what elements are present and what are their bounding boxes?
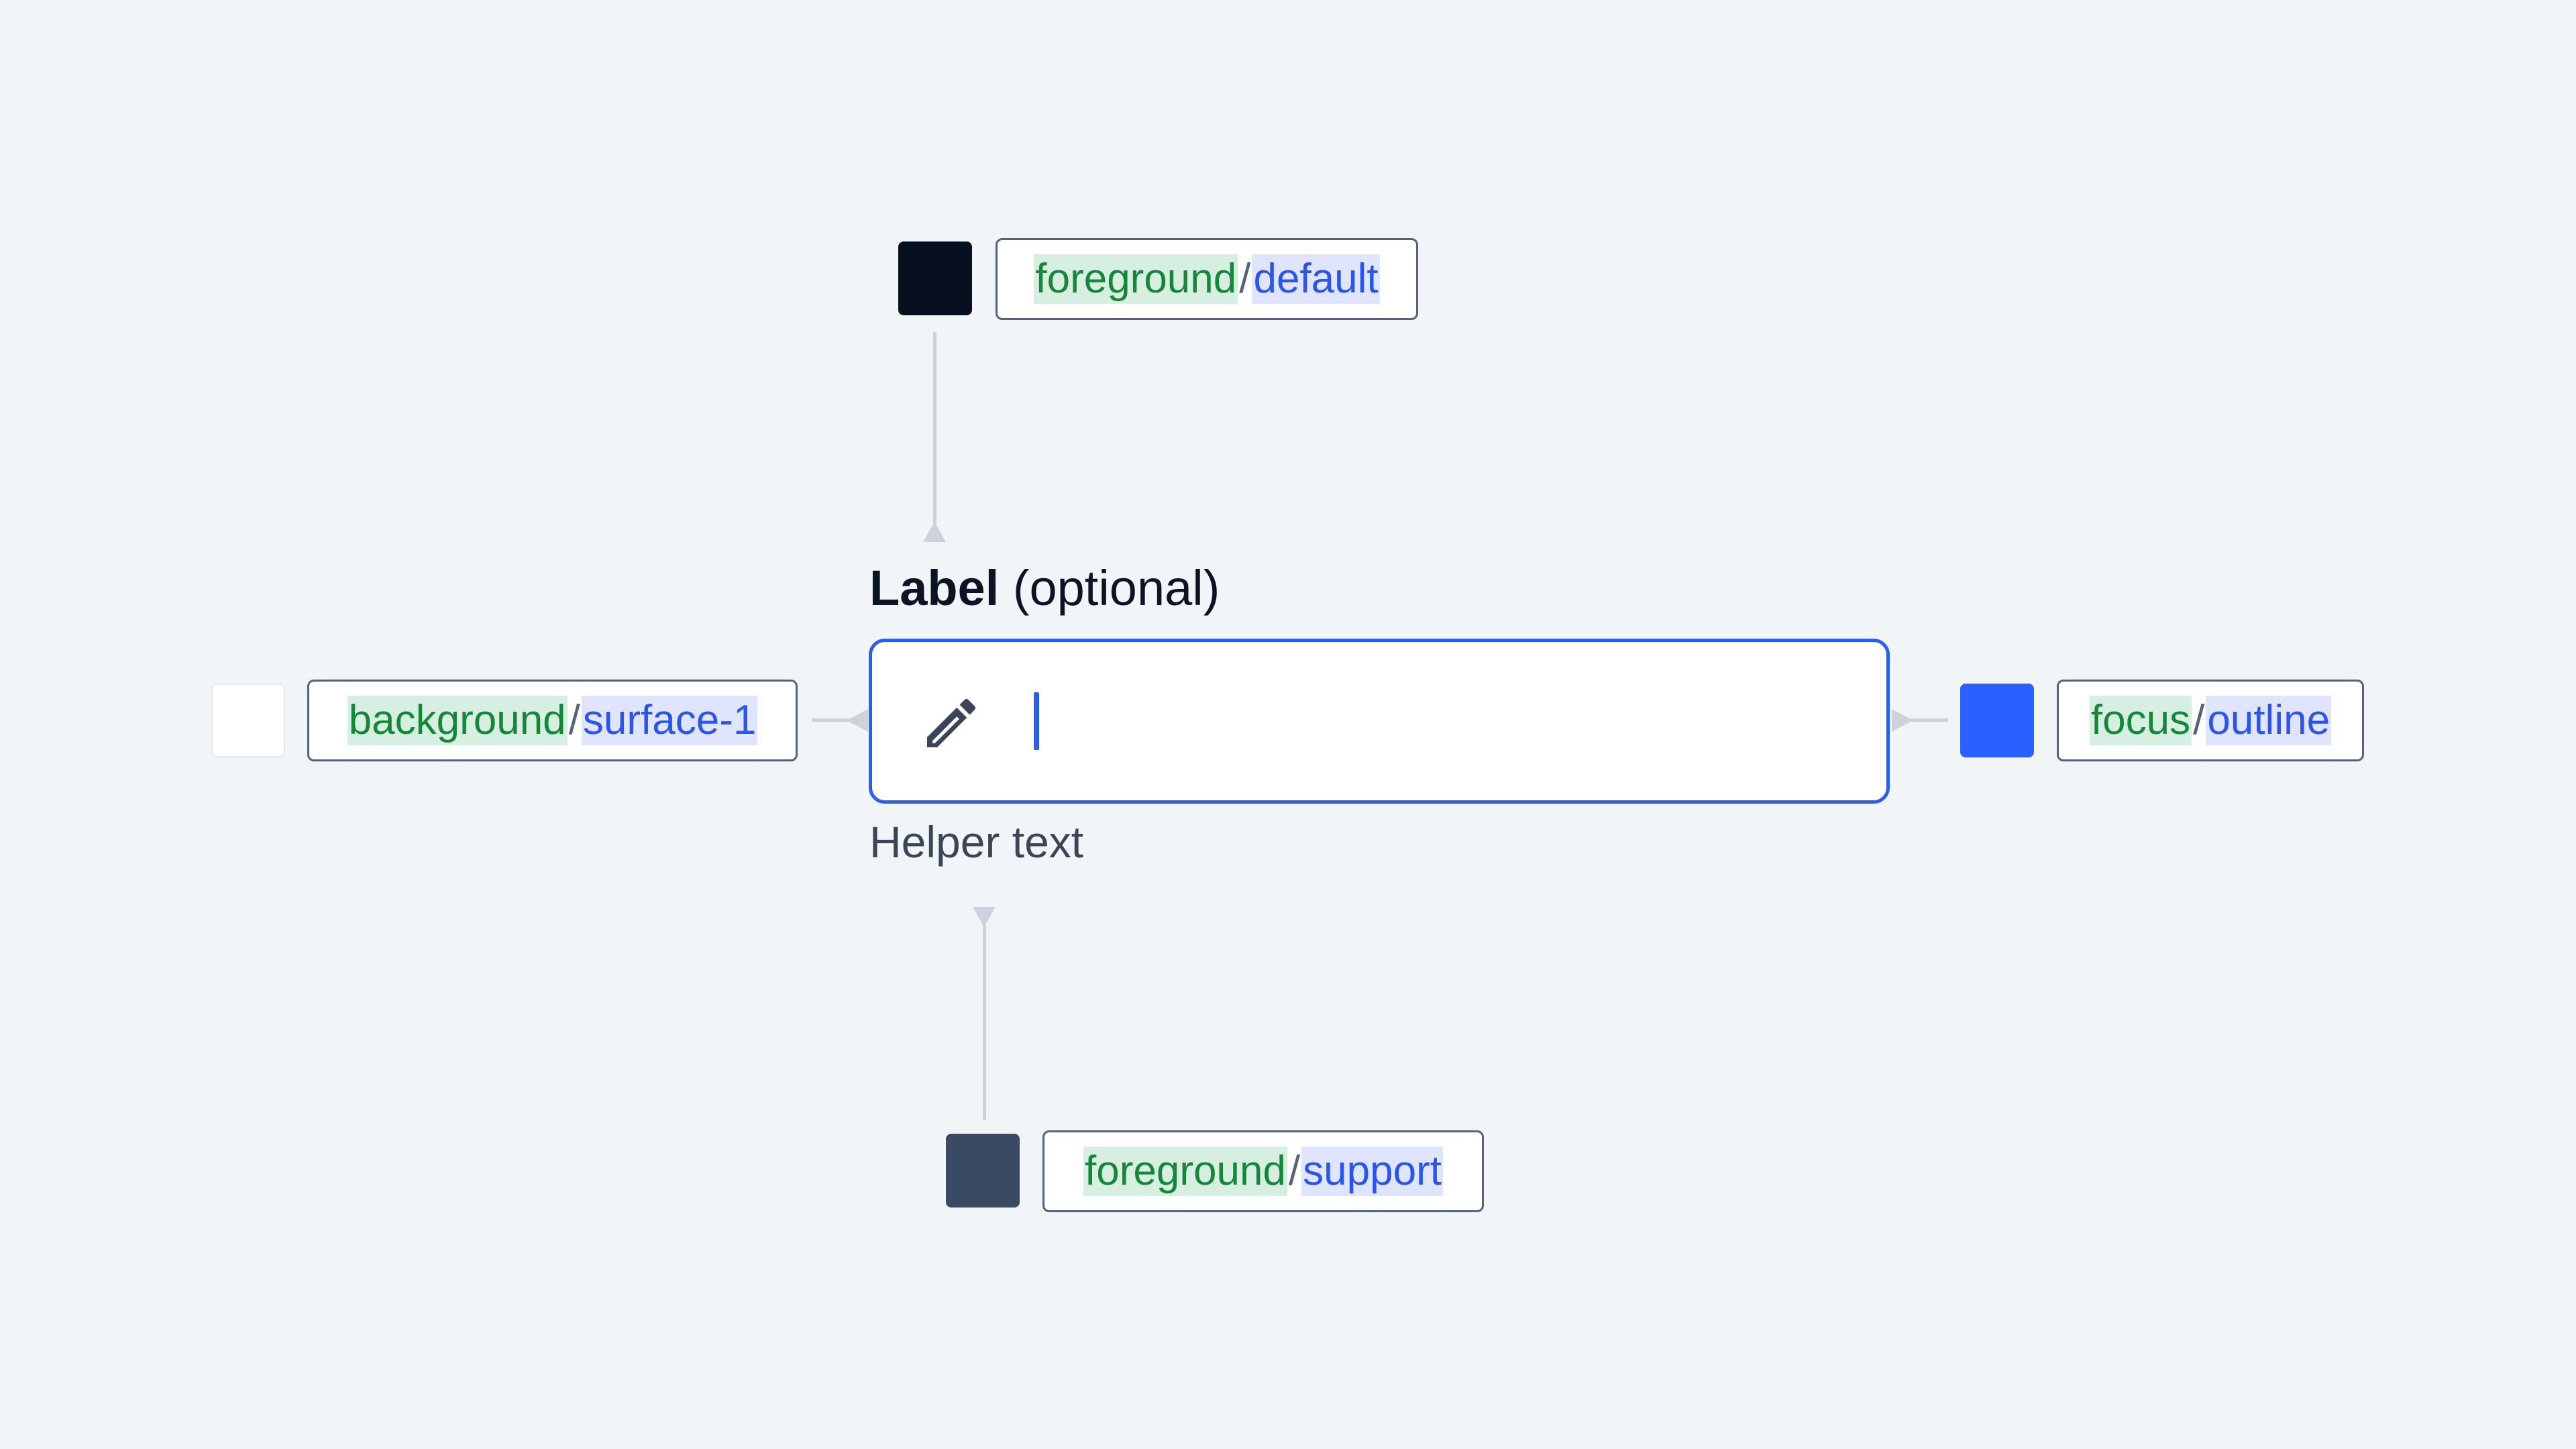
field-label-text: Label [869,560,1000,616]
connector-line-bottom [983,924,986,1120]
connector-arrow-top [923,522,946,542]
connector-line-right [1911,718,1948,722]
connector-line-top [933,332,936,527]
token-name: default [1252,254,1380,304]
field-label-optional: (optional) [1012,560,1220,616]
token-tag-foreground-support: foreground / support [1042,1130,1484,1212]
pencil-icon [927,698,976,747]
text-caret [1034,692,1039,750]
token-separator: / [1239,256,1251,302]
token-separator: / [568,697,580,743]
token-tag-focus-outline: focus / outline [2057,680,2364,761]
connector-line-left [812,718,852,722]
token-tag-background-surface-1: background / surface-1 [307,680,798,761]
token-name: outline [2206,696,2332,745]
swatch-background-surface-1 [211,684,285,757]
token-tag-foreground-default: foreground / default [996,238,1418,320]
swatch-focus-outline [1960,684,2034,757]
helper-text: Helper text [869,817,1084,867]
token-category: foreground [1034,254,1238,304]
token-category: foreground [1083,1146,1287,1196]
field-label: Label (optional) [869,564,1220,613]
swatch-foreground-default [898,241,972,315]
token-category: background [347,696,568,745]
token-name: surface-1 [581,696,758,745]
swatch-foreground-support [946,1134,1020,1208]
connector-arrow-left [847,709,868,732]
text-input-field[interactable] [869,639,1890,804]
token-separator: / [2193,697,2205,743]
token-category: focus [2089,696,2192,745]
token-name: support [1301,1146,1443,1196]
token-separator: / [1288,1148,1301,1194]
